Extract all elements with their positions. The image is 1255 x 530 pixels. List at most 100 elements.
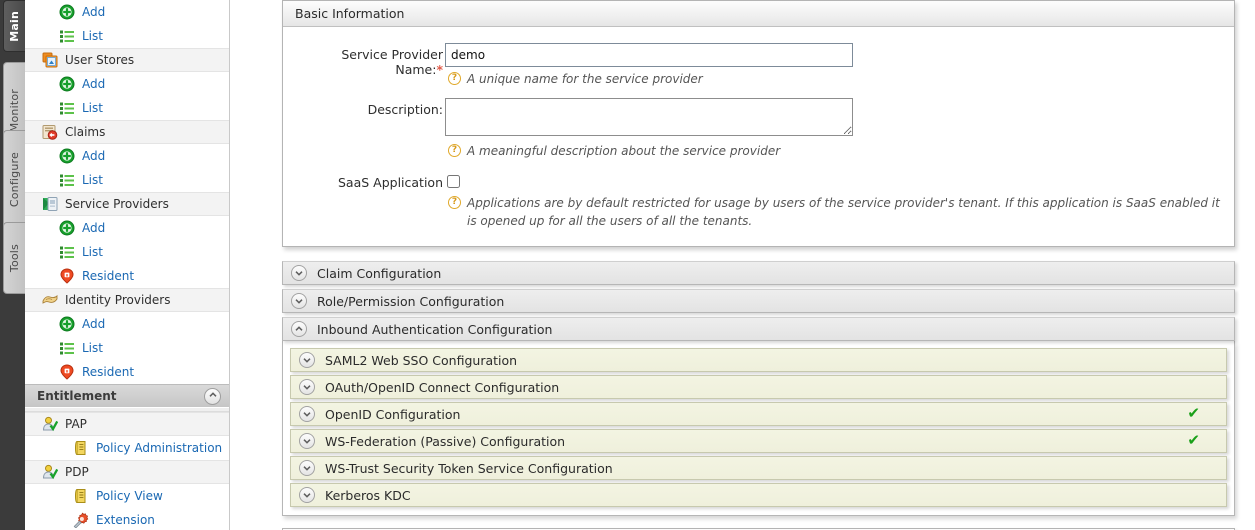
- sidebar-group-label: User Stores: [65, 53, 134, 67]
- service-provider-name-input[interactable]: [445, 43, 853, 67]
- section-header-role-permission-configuration[interactable]: Role/Permission Configuration: [282, 289, 1235, 313]
- inbound-section-ws-federation-passive-configuration[interactable]: WS-Federation (Passive) Configuration✔: [290, 429, 1227, 453]
- rail-tab-main-label: Main: [8, 11, 21, 42]
- rail-tab-configure-label: Configure: [8, 152, 21, 207]
- chevron-up-icon[interactable]: [291, 321, 307, 337]
- chevron-down-icon[interactable]: [299, 460, 315, 476]
- add-plus-icon: [59, 220, 75, 236]
- sidebar-item-list[interactable]: List: [25, 24, 229, 48]
- sidebar-item-add[interactable]: Add: [25, 216, 229, 240]
- claims-icon: [42, 124, 58, 140]
- help-question-icon: ?: [448, 144, 461, 157]
- inbound-section-kerberos-kdc[interactable]: Kerberos KDC: [290, 483, 1227, 507]
- sidebar-item-label: Extension: [96, 513, 155, 527]
- rail-tab-tools-label: Tools: [8, 244, 21, 272]
- form-row-description: Description: ? A meaningful description …: [293, 98, 1224, 160]
- sidebar-group-label: Identity Providers: [65, 293, 170, 307]
- policy-scroll-icon: [73, 440, 89, 456]
- list-icon: [59, 100, 75, 116]
- inbound-section-openid-configuration[interactable]: OpenID Configuration✔: [290, 402, 1227, 426]
- sidebar-item-label: Resident: [82, 365, 134, 379]
- sidebar-item-label: Resident: [82, 269, 134, 283]
- rail-tab-monitor-label: Monitor: [8, 89, 21, 132]
- panel-body: Service Provider Name:* ? A unique name …: [283, 27, 1234, 246]
- inbound-section-saml2-web-sso-configuration[interactable]: SAML2 Web SSO Configuration: [290, 348, 1227, 372]
- main-content: Basic Information Service Provider Name:…: [230, 0, 1255, 530]
- sidebar-item-label: List: [82, 173, 103, 187]
- required-asterisk: *: [436, 62, 443, 77]
- sidebar-item-list[interactable]: List: [25, 96, 229, 120]
- inbound-section-oauth-openid-connect-configuration[interactable]: OAuth/OpenID Connect Configuration: [290, 375, 1227, 399]
- field-wrap: ? A unique name for the service provider: [445, 43, 1224, 88]
- user-stores-icon: [42, 52, 58, 68]
- inbound-section-label: Kerberos KDC: [325, 488, 411, 503]
- sidebar-item-add[interactable]: Add: [25, 0, 229, 24]
- label-text: Service Provider Name:: [341, 47, 443, 77]
- list-icon: [59, 244, 75, 260]
- inbound-section-label: OAuth/OpenID Connect Configuration: [325, 380, 559, 395]
- rail-tab-configure[interactable]: Configure: [3, 130, 25, 230]
- chevron-down-icon[interactable]: [291, 293, 307, 309]
- section-header-claim-configuration[interactable]: Claim Configuration: [282, 261, 1235, 285]
- sidebar-item-list[interactable]: List: [25, 168, 229, 192]
- chevron-down-icon[interactable]: [299, 379, 315, 395]
- sidebar-item-policy-administration[interactable]: Policy Administration: [25, 436, 229, 460]
- chevron-down-icon[interactable]: [299, 352, 315, 368]
- chevron-down-icon: [294, 268, 304, 278]
- configuration-sections: Claim Configuration Role/Permission Confi…: [282, 261, 1235, 341]
- help-question-icon: ?: [448, 196, 461, 209]
- sidebar-group-user-stores: User Stores: [25, 48, 229, 72]
- sidebar-group-pdp: PDP: [25, 460, 229, 484]
- inbound-authentication-list: SAML2 Web SSO Configuration OAuth/OpenID …: [282, 341, 1235, 516]
- sidebar-item-add[interactable]: Add: [25, 312, 229, 336]
- sidebar-item-add[interactable]: Add: [25, 144, 229, 168]
- sidebar-item-resident[interactable]: Resident: [25, 360, 229, 384]
- sidebar-item-label: Policy Administration: [96, 441, 222, 455]
- band-collapse-toggle[interactable]: [204, 388, 221, 405]
- service-providers-icon: [42, 196, 58, 212]
- sidebar-item-label: Add: [82, 221, 105, 235]
- sidebar-band-entitlement[interactable]: Entitlement: [25, 384, 229, 408]
- section-header-inbound-authentication-configuration[interactable]: Inbound Authentication Configuration: [282, 317, 1235, 341]
- description-hint: ? A meaningful description about the ser…: [448, 142, 1224, 160]
- sidebar-item-policy-view[interactable]: Policy View: [25, 484, 229, 508]
- chevron-down-icon: [302, 463, 312, 473]
- chevron-down-icon[interactable]: [299, 406, 315, 422]
- chevron-down-icon[interactable]: [299, 487, 315, 503]
- field-wrap: ? A meaningful description about the ser…: [445, 98, 1224, 160]
- rail-tab-tools[interactable]: Tools: [3, 222, 25, 294]
- sidebar-item-label: List: [82, 29, 103, 43]
- panel-title: Basic Information: [283, 1, 1234, 27]
- inbound-section-label: WS-Trust Security Token Service Configur…: [325, 461, 613, 476]
- sidebar-item-label: List: [82, 101, 103, 115]
- hint-text: A meaningful description about the servi…: [467, 142, 780, 160]
- resident-icon: [59, 268, 75, 284]
- sidebar-item-resident[interactable]: Resident: [25, 264, 229, 288]
- section-header-label: Role/Permission Configuration: [317, 294, 504, 309]
- description-textarea[interactable]: [445, 98, 853, 136]
- configured-check-icon: ✔: [1187, 406, 1200, 421]
- sidebar-item-list[interactable]: List: [25, 240, 229, 264]
- form-row-service-provider-name: Service Provider Name:* ? A unique name …: [293, 43, 1224, 88]
- description-label: Description:: [293, 98, 445, 117]
- vertical-tab-rail: Main Monitor Configure Tools: [0, 0, 25, 530]
- sidebar-group-pap: PAP: [25, 412, 229, 436]
- sidebar-group-label: Claims: [65, 125, 105, 139]
- chevron-up-icon: [294, 324, 304, 334]
- inbound-section-label: WS-Federation (Passive) Configuration: [325, 434, 565, 449]
- inbound-section-ws-trust-security-token-service-configuration[interactable]: WS-Trust Security Token Service Configur…: [290, 456, 1227, 480]
- sidebar-group-identity-providers: Identity Providers: [25, 288, 229, 312]
- identity-providers-icon: [42, 292, 58, 308]
- sidebar-item-add[interactable]: Add: [25, 72, 229, 96]
- sidebar-item-extension[interactable]: Extension: [25, 508, 229, 530]
- sidebar-item-list[interactable]: List: [25, 336, 229, 360]
- chevron-down-icon: [302, 382, 312, 392]
- list-icon: [59, 172, 75, 188]
- sidebar-menu: Add List User Stores Add: [25, 0, 230, 530]
- rail-tab-main[interactable]: Main: [3, 0, 25, 52]
- add-plus-icon: [59, 4, 75, 20]
- chevron-down-icon: [294, 296, 304, 306]
- chevron-down-icon[interactable]: [299, 433, 315, 449]
- chevron-down-icon[interactable]: [291, 265, 307, 281]
- saas-application-checkbox[interactable]: [447, 175, 460, 188]
